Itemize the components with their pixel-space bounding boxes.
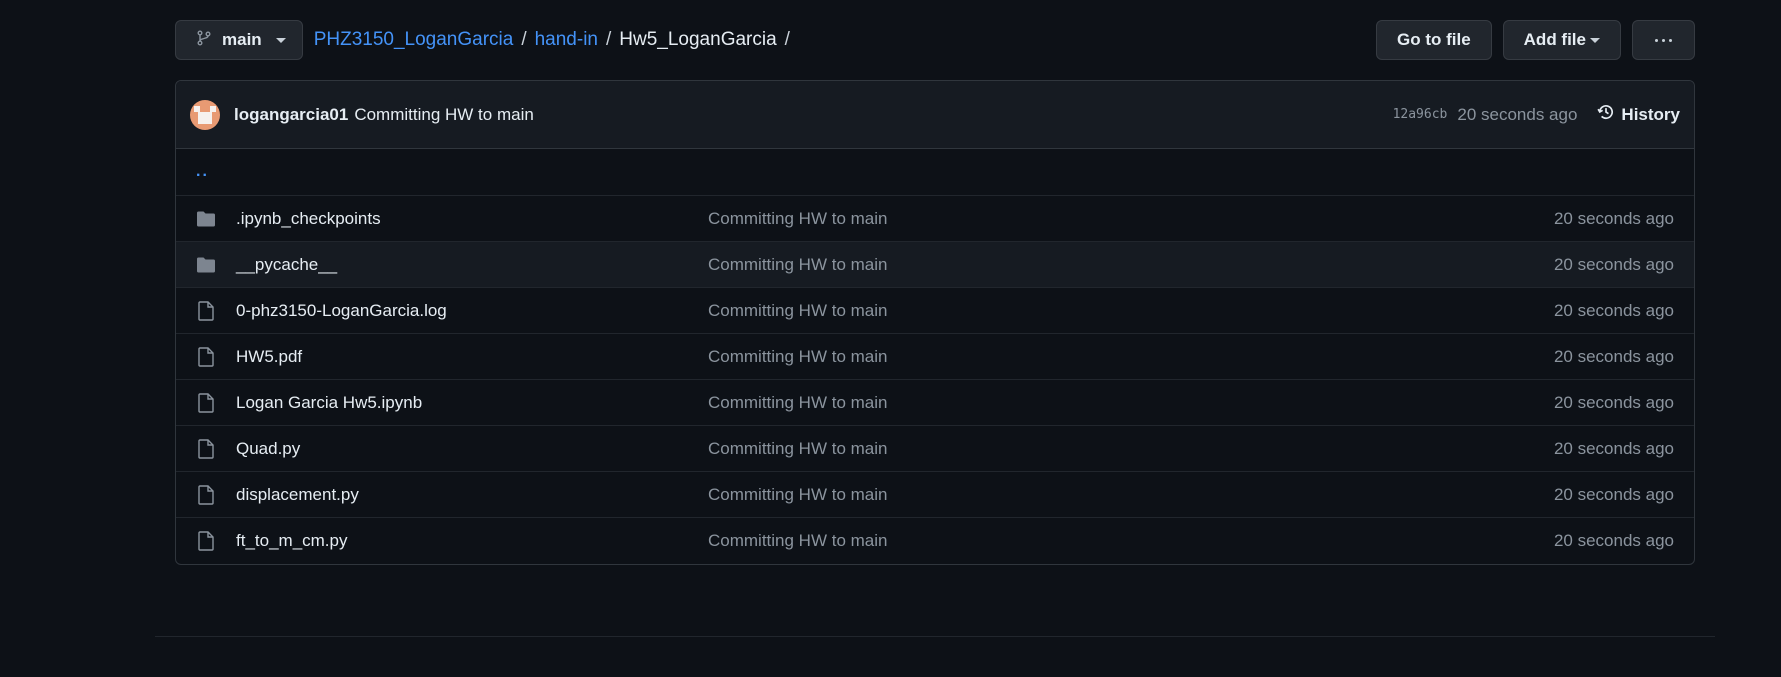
- commit-meta: 12a96cb 20 seconds ago History: [1393, 103, 1680, 126]
- more-options-button[interactable]: [1632, 20, 1695, 60]
- file-name-link[interactable]: 0-phz3150-LoganGarcia.log: [236, 301, 708, 321]
- caret-down-icon: [275, 37, 286, 43]
- file-commit-message-link[interactable]: Committing HW to main: [708, 485, 887, 505]
- file-commit-time: 20 seconds ago: [1553, 346, 1674, 366]
- file-name-link[interactable]: .ipynb_checkpoints: [236, 209, 708, 229]
- breadcrumb-repo-link[interactable]: PHZ3150_LoganGarcia: [314, 29, 514, 51]
- add-file-label: Add file: [1523, 30, 1586, 49]
- breadcrumb-folder-link[interactable]: hand-in: [535, 29, 598, 51]
- file-row[interactable]: Quad.py Committing HW to main 20 seconds…: [176, 425, 1694, 471]
- file-row[interactable]: ft_to_m_cm.py Committing HW to main 20 s…: [176, 517, 1694, 563]
- file-name-link[interactable]: HW5.pdf: [236, 347, 708, 367]
- branch-name: main: [222, 30, 262, 49]
- file-commit-time: 20 seconds ago: [1553, 392, 1674, 412]
- file-commit-message-link[interactable]: Committing HW to main: [708, 393, 887, 413]
- file-row[interactable]: HW5.pdf Committing HW to main 20 seconds…: [176, 333, 1694, 379]
- file-row[interactable]: __pycache__ Committing HW to main 20 sec…: [176, 241, 1694, 287]
- file-name-link[interactable]: displacement.py: [236, 485, 708, 505]
- footer-divider: [155, 636, 1715, 637]
- caret-down-icon: [1590, 37, 1600, 43]
- file-name-link[interactable]: __pycache__: [236, 255, 708, 275]
- file-icon: [196, 346, 216, 367]
- file-commit-message-link[interactable]: Committing HW to main: [708, 209, 887, 229]
- add-file-button[interactable]: Add file: [1502, 20, 1621, 60]
- file-row[interactable]: 0-phz3150-LoganGarcia.log Committing HW …: [176, 287, 1694, 333]
- file-commit-time: 20 seconds ago: [1553, 438, 1674, 458]
- file-commit-message-link[interactable]: Committing HW to main: [708, 301, 887, 321]
- file-icon: [196, 484, 216, 505]
- file-name-link[interactable]: Logan Garcia Hw5.ipynb: [236, 393, 708, 413]
- folder-icon: [196, 209, 216, 229]
- file-commit-time: 20 seconds ago: [1553, 530, 1674, 550]
- commit-sha-link[interactable]: 12a96cb: [1393, 107, 1448, 122]
- toolbar-actions: Go to file Add file: [1375, 20, 1695, 60]
- kebab-horizontal-icon: [1655, 38, 1672, 42]
- file-commit-message-link[interactable]: Committing HW to main: [708, 347, 887, 367]
- commit-author-link[interactable]: logangarcia01: [234, 105, 348, 125]
- history-link[interactable]: History: [1597, 103, 1680, 126]
- commit-message-link[interactable]: Committing HW to main: [354, 105, 533, 125]
- breadcrumb: PHZ3150_LoganGarcia / hand-in / Hw5_Loga…: [314, 29, 798, 51]
- file-commit-time: 20 seconds ago: [1553, 300, 1674, 320]
- git-branch-icon: [196, 30, 212, 51]
- file-name-link[interactable]: Quad.py: [236, 439, 708, 459]
- file-icon: [196, 300, 216, 321]
- file-icon: [196, 392, 216, 413]
- file-commit-message-link[interactable]: Committing HW to main: [708, 255, 887, 275]
- file-commit-time: 20 seconds ago: [1553, 484, 1674, 504]
- repo-toolbar: main PHZ3150_LoganGarcia / hand-in / Hw5…: [175, 20, 1695, 60]
- breadcrumb-separator: /: [521, 29, 527, 50]
- file-commit-time: 20 seconds ago: [1553, 254, 1674, 274]
- file-row[interactable]: displacement.py Committing HW to main 20…: [176, 471, 1694, 517]
- breadcrumb-separator: /: [606, 29, 612, 50]
- file-name-link[interactable]: ft_to_m_cm.py: [236, 531, 708, 551]
- file-list: .. .ipynb_checkpoints Committing HW to m…: [176, 149, 1694, 563]
- file-commit-message-link[interactable]: Committing HW to main: [708, 531, 887, 551]
- branch-selector-button[interactable]: main: [175, 20, 303, 60]
- history-icon: [1597, 103, 1615, 126]
- file-commit-time: 20 seconds ago: [1553, 208, 1674, 228]
- breadcrumb-current: Hw5_LoganGarcia: [619, 29, 777, 50]
- commit-time: 20 seconds ago: [1457, 104, 1578, 124]
- go-to-file-button[interactable]: Go to file: [1375, 20, 1492, 60]
- file-row[interactable]: .ipynb_checkpoints Committing HW to main…: [176, 195, 1694, 241]
- breadcrumb-separator: /: [784, 29, 790, 50]
- file-browser: logangarcia01 Committing HW to main 12a9…: [175, 80, 1695, 565]
- avatar[interactable]: [190, 99, 220, 130]
- latest-commit-bar: logangarcia01 Committing HW to main 12a9…: [176, 81, 1694, 149]
- history-label: History: [1621, 104, 1680, 124]
- parent-directory-link[interactable]: ..: [176, 149, 1694, 195]
- folder-icon: [196, 255, 216, 275]
- file-icon: [196, 530, 216, 551]
- file-icon: [196, 438, 216, 459]
- file-row[interactable]: Logan Garcia Hw5.ipynb Committing HW to …: [176, 379, 1694, 425]
- file-commit-message-link[interactable]: Committing HW to main: [708, 439, 887, 459]
